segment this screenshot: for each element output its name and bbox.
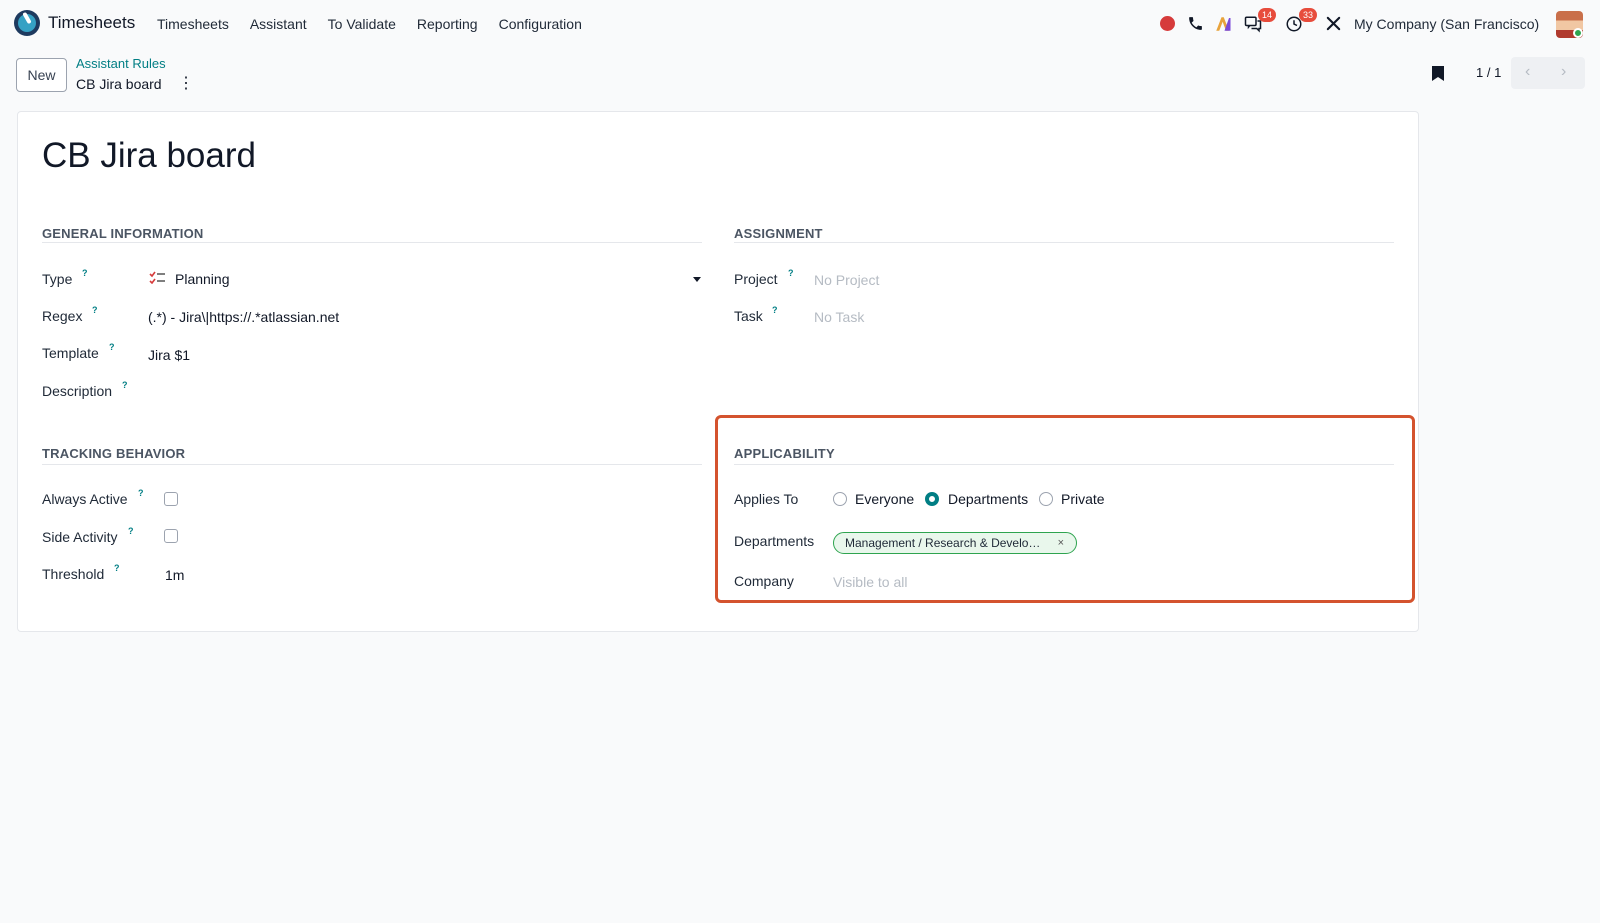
help-tooltip-icon[interactable]: ? <box>138 488 144 498</box>
help-tooltip-icon[interactable]: ? <box>772 305 778 315</box>
help-tooltip-icon[interactable]: ? <box>122 380 128 390</box>
applies-to-label: Applies To <box>734 491 799 507</box>
section-divider <box>42 464 702 465</box>
main-menu: Timesheets Assistant To Validate Reporti… <box>157 16 603 32</box>
menu-item-reporting[interactable]: Reporting <box>417 16 478 32</box>
record-title[interactable]: CB Jira board <box>42 136 256 176</box>
task-field[interactable]: No Task <box>814 309 864 325</box>
menu-item-timesheets[interactable]: Timesheets <box>157 16 229 32</box>
template-field[interactable]: Jira $1 <box>148 347 190 363</box>
radio-departments-label[interactable]: Departments <box>948 491 1028 507</box>
section-divider <box>42 242 702 243</box>
template-label: Template <box>42 345 99 361</box>
threshold-field[interactable]: 1m <box>165 567 184 583</box>
department-tag[interactable]: Management / Research & Develo… × <box>833 532 1077 554</box>
menu-item-configuration[interactable]: Configuration <box>499 16 582 32</box>
side-activity-checkbox[interactable] <box>164 529 178 543</box>
menu-item-to-validate[interactable]: To Validate <box>328 16 396 32</box>
new-button[interactable]: New <box>16 58 67 92</box>
actions-menu-icon[interactable]: ⋮ <box>178 76 194 92</box>
pager-previous-icon[interactable]: ‹ <box>1525 63 1530 81</box>
radio-private[interactable] <box>1039 492 1053 506</box>
general-info-heading: GENERAL INFORMATION <box>42 226 204 241</box>
radio-everyone[interactable] <box>833 492 847 506</box>
recording-icon[interactable] <box>1160 16 1175 31</box>
regex-field[interactable]: (.*) - Jira\|https://.*atlassian.net <box>148 309 339 325</box>
type-label: Type <box>42 271 73 287</box>
section-divider <box>734 242 1394 243</box>
always-active-checkbox[interactable] <box>164 492 178 506</box>
help-tooltip-icon[interactable]: ? <box>128 526 134 536</box>
activities-badge: 33 <box>1299 8 1317 22</box>
close-icon[interactable]: × <box>1058 533 1064 553</box>
department-tag-label: Management / Research & Develo… <box>845 536 1041 550</box>
tracking-behavior-heading: TRACKING BEHAVIOR <box>42 446 186 461</box>
breadcrumb-current: CB Jira board <box>76 76 162 92</box>
task-label: Task <box>734 308 763 324</box>
radio-departments[interactable] <box>925 492 939 506</box>
help-tooltip-icon[interactable]: ? <box>109 342 115 352</box>
company-field[interactable]: Visible to all <box>833 574 907 590</box>
menu-item-assistant[interactable]: Assistant <box>250 16 307 32</box>
side-activity-label: Side Activity <box>42 529 118 545</box>
breadcrumb-parent-link[interactable]: Assistant Rules <box>76 56 166 71</box>
chevron-down-icon[interactable] <box>693 277 701 282</box>
online-status-icon <box>1573 28 1583 38</box>
departments-label: Departments <box>734 533 815 549</box>
help-tooltip-icon[interactable]: ? <box>92 305 98 315</box>
messages-badge: 14 <box>1258 8 1276 22</box>
always-active-label: Always Active <box>42 491 128 507</box>
type-select-value[interactable]: Planning <box>175 271 230 287</box>
applicability-highlight-box <box>715 415 1415 603</box>
project-label: Project <box>734 271 778 287</box>
tools-icon[interactable] <box>1325 15 1342 32</box>
planning-icon <box>149 271 165 284</box>
help-tooltip-icon[interactable]: ? <box>788 268 794 278</box>
phone-icon[interactable] <box>1187 15 1204 32</box>
help-tooltip-icon[interactable]: ? <box>114 563 120 573</box>
pager-value[interactable]: 1 / 1 <box>1476 65 1501 80</box>
section-divider <box>734 464 1394 465</box>
bookmark-icon[interactable] <box>1431 65 1445 82</box>
company-switcher[interactable]: My Company (San Francisco) <box>1354 16 1539 32</box>
applicability-heading: APPLICABILITY <box>734 446 835 461</box>
company-label: Company <box>734 573 794 589</box>
assignment-heading: ASSIGNMENT <box>734 226 823 241</box>
app-logo-icon[interactable] <box>14 10 40 36</box>
pager-next-icon[interactable]: › <box>1561 63 1566 81</box>
project-field[interactable]: No Project <box>814 272 879 288</box>
regex-label: Regex <box>42 308 83 324</box>
description-field[interactable] <box>148 378 698 402</box>
help-tooltip-icon[interactable]: ? <box>82 268 88 278</box>
app-name[interactable]: Timesheets <box>48 13 135 33</box>
radio-everyone-label[interactable]: Everyone <box>855 491 914 507</box>
pager-buttons: ‹ › <box>1511 57 1585 89</box>
ai-assistant-icon[interactable] <box>1214 15 1232 33</box>
radio-private-label[interactable]: Private <box>1061 491 1105 507</box>
threshold-label: Threshold <box>42 566 105 582</box>
description-label: Description <box>42 383 113 399</box>
